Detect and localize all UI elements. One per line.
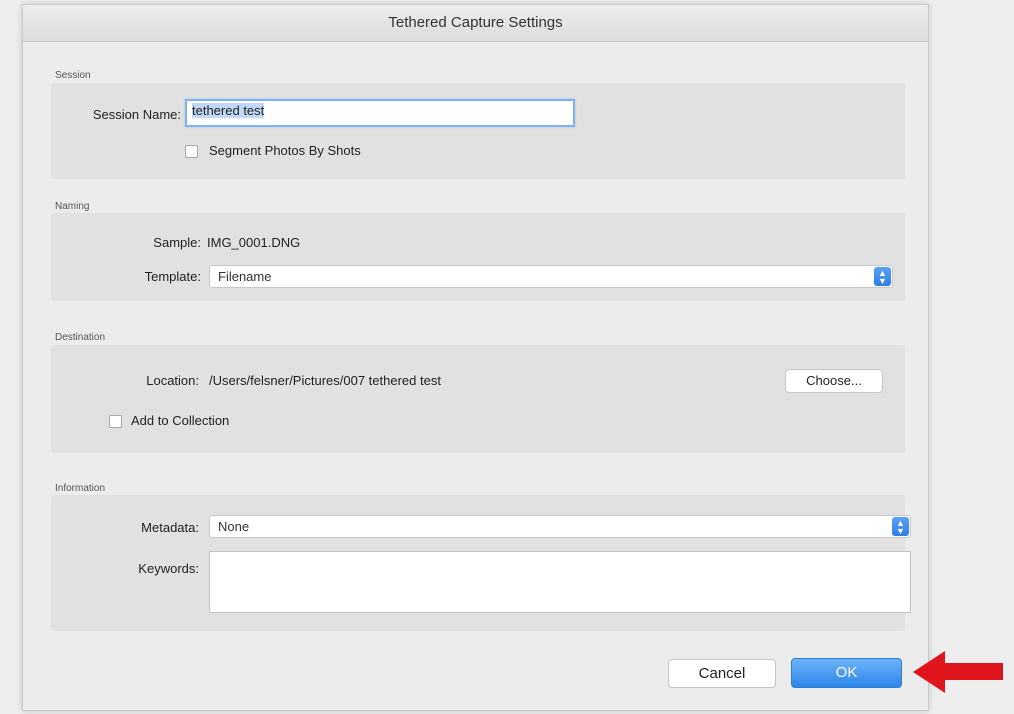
information-panel: Metadata: None ▲ ▼ Keywords: xyxy=(51,495,911,631)
session-panel: Session Name: tethered test Segment Phot… xyxy=(51,83,905,179)
section-label-destination: Destination xyxy=(55,332,106,343)
location-value: /Users/felsner/Pictures/007 tethered tes… xyxy=(209,373,441,388)
sample-value: IMG_0001.DNG xyxy=(207,235,301,250)
ok-button[interactable]: OK xyxy=(791,658,902,688)
cancel-button[interactable]: Cancel xyxy=(668,659,776,688)
section-label-session: Session xyxy=(55,70,91,81)
session-name-input[interactable]: tethered test xyxy=(185,99,575,127)
up-down-chevron-icon: ▲ ▼ xyxy=(874,267,891,286)
session-name-value: tethered test xyxy=(192,103,265,118)
red-arrow-icon xyxy=(913,651,1003,693)
template-label: Template: xyxy=(144,269,201,284)
choose-button[interactable]: Choose... xyxy=(785,369,883,393)
metadata-value: None xyxy=(218,519,250,534)
sample-label: Sample: xyxy=(153,235,201,250)
template-popup[interactable]: Filename ▲ ▼ xyxy=(209,265,893,288)
session-name-label: Session Name: xyxy=(92,107,181,122)
add-to-collection-checkbox[interactable] xyxy=(109,415,122,428)
template-value: Filename xyxy=(218,269,272,284)
tethered-capture-dialog: Tethered Capture Settings Session Sessio… xyxy=(22,4,929,711)
naming-panel: Sample: IMG_0001.DNG Template: Filename … xyxy=(51,213,905,301)
section-label-naming: Naming xyxy=(55,201,90,212)
segment-photos-checkbox[interactable] xyxy=(185,145,198,158)
metadata-label: Metadata: xyxy=(141,520,199,535)
destination-panel: Location: /Users/felsner/Pictures/007 te… xyxy=(51,345,905,453)
location-label: Location: xyxy=(146,373,199,388)
dialog-title: Tethered Capture Settings xyxy=(23,5,928,42)
section-label-information: Information xyxy=(55,483,106,494)
metadata-popup[interactable]: None ▲ ▼ xyxy=(209,515,911,538)
keywords-label: Keywords: xyxy=(138,561,199,576)
keywords-textarea[interactable] xyxy=(209,551,911,613)
segment-photos-label: Segment Photos By Shots xyxy=(209,143,361,158)
add-to-collection-label: Add to Collection xyxy=(131,413,230,428)
up-down-chevron-icon: ▲ ▼ xyxy=(892,517,909,536)
